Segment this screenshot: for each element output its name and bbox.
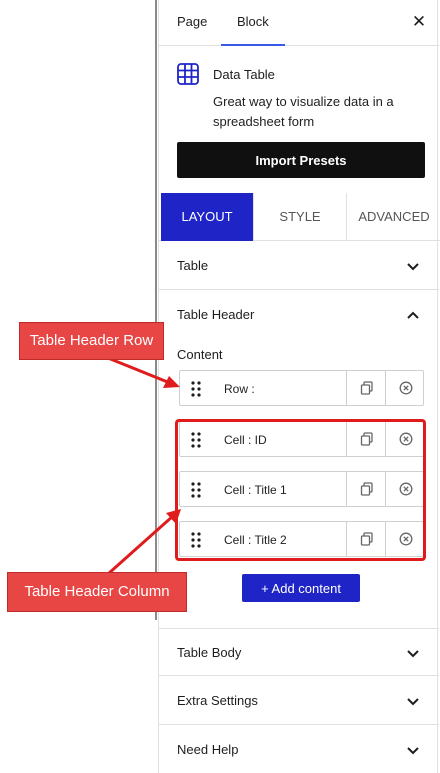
close-icon[interactable]: ✕ (409, 12, 429, 32)
chevron-down-icon (407, 263, 419, 271)
block-title: Data Table (213, 67, 275, 82)
copy-icon (360, 381, 373, 395)
tab-layout[interactable]: LAYOUT (161, 193, 254, 241)
section-table[interactable]: Table (159, 242, 439, 290)
block-description: Great way to visualize data in a spreads… (213, 94, 394, 129)
drag-handle-icon[interactable] (190, 380, 202, 398)
panel-right-border (437, 0, 438, 773)
annotation-header-column: Table Header Column (7, 572, 187, 612)
section-need-help-label: Need Help (177, 742, 239, 757)
remove-button[interactable] (385, 371, 425, 405)
tab-page[interactable]: Page (177, 0, 207, 46)
section-extra-settings-label: Extra Settings (177, 693, 258, 708)
canvas-edge-divider (155, 0, 157, 620)
tab-block[interactable]: Block (221, 0, 285, 46)
list-item[interactable]: Row : (179, 370, 424, 406)
add-content-button[interactable]: + Add content (242, 574, 360, 602)
import-presets-button[interactable]: Import Presets (177, 142, 425, 178)
header-column-highlight (175, 419, 426, 561)
sidebar-tabs: Page Block ✕ (159, 0, 439, 46)
chevron-down-icon (407, 650, 419, 658)
close-circle-icon (399, 381, 413, 395)
tab-advanced[interactable]: ADVANCED (347, 193, 440, 241)
section-table-body[interactable]: Table Body (159, 628, 439, 676)
tab-style[interactable]: STYLE (254, 193, 347, 241)
table-icon (177, 63, 199, 85)
section-table-body-label: Table Body (177, 645, 242, 660)
chevron-down-icon (407, 698, 419, 706)
section-table-label: Table (177, 258, 209, 273)
list-item-label: Row : (224, 382, 255, 396)
section-need-help[interactable]: Need Help (159, 726, 439, 773)
annotation-header-row: Table Header Row (19, 322, 164, 360)
section-table-header[interactable]: Table Header (159, 291, 439, 339)
chevron-down-icon (407, 747, 419, 755)
section-extra-settings[interactable]: Extra Settings (159, 677, 439, 725)
mode-tabs: LAYOUT STYLE ADVANCED (159, 193, 440, 241)
chevron-up-icon (407, 311, 419, 319)
section-table-header-label: Table Header (177, 307, 255, 322)
duplicate-button[interactable] (346, 371, 386, 405)
content-label: Content (177, 347, 223, 362)
block-settings-panel: Page Block ✕ Data Table Great way to vis… (158, 0, 440, 773)
